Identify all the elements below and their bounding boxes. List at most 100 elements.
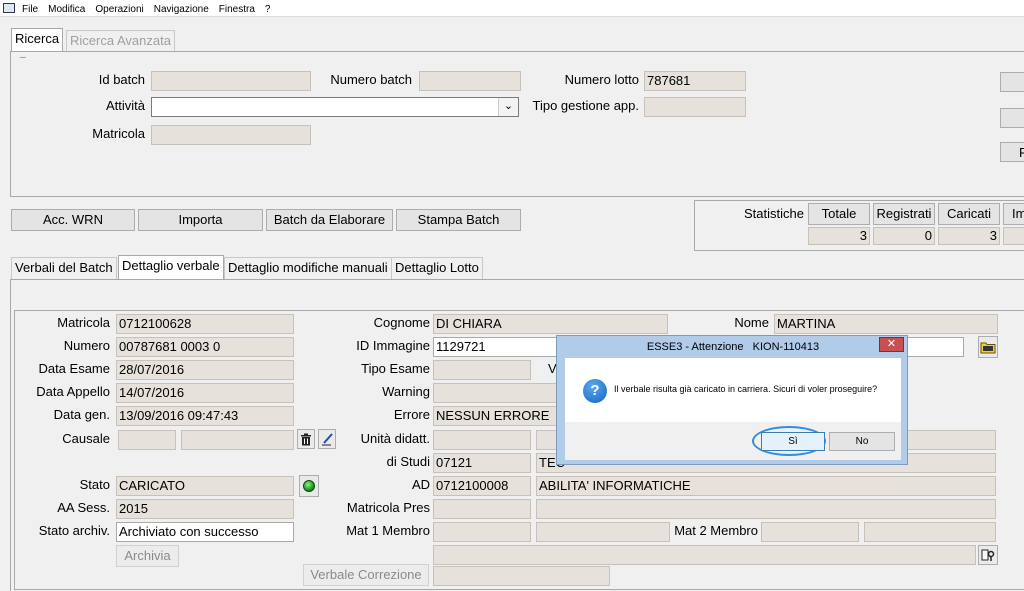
trash-icon[interactable]: [297, 429, 315, 449]
tab-ricerca[interactable]: Ricerca: [11, 28, 64, 52]
menu-operazioni[interactable]: Operazioni: [90, 1, 148, 18]
menu-finestra[interactable]: Finestra: [214, 1, 260, 18]
errore-label: Errore: [393, 407, 430, 422]
nome-field[interactable]: MARTINA: [774, 314, 998, 334]
stats-header-caricati: Caricati: [938, 203, 1000, 225]
stampa-batch-button[interactable]: Stampa Batch: [396, 209, 521, 231]
numero-batch-field[interactable]: [419, 71, 521, 91]
data-appello-label: Data Appello: [36, 384, 110, 399]
cognome-field[interactable]: DI CHIARA: [433, 314, 668, 334]
side-button-3[interactable]: F: [1000, 142, 1024, 162]
no-button[interactable]: No: [829, 432, 895, 451]
extra-wide-field[interactable]: [433, 545, 976, 565]
menu-bar: File Modifica Operazioni Navigazione Finestr…: [0, 0, 1024, 17]
aa-sess-field[interactable]: 2015: [116, 499, 294, 519]
tipo-gestione-label: Tipo gestione app.: [532, 98, 639, 113]
app-icon[interactable]: [3, 3, 15, 13]
matricola-pres-desc-field[interactable]: [536, 499, 996, 519]
tipo-gestione-field[interactable]: [644, 97, 746, 117]
importa-button[interactable]: Importa: [138, 209, 263, 231]
causale-code-field[interactable]: [118, 430, 176, 450]
matricola-field[interactable]: 0712100628: [116, 314, 294, 334]
stats-header-im: Im: [1003, 203, 1024, 225]
data-gen-field[interactable]: 13/09/2016 09:47:43: [116, 406, 294, 426]
cognome-label: Cognome: [373, 315, 430, 330]
mat2-membro-label: Mat 2 Membro: [674, 523, 758, 538]
data-esame-label: Data Esame: [38, 361, 110, 376]
stato-archiv-label: Stato archiv.: [38, 523, 110, 538]
side-button-2[interactable]: [1000, 108, 1024, 128]
stats-value-totale: 3: [808, 227, 870, 245]
tipo-esame-field[interactable]: [433, 360, 531, 380]
mat1-membro-label: Mat 1 Membro: [346, 523, 430, 538]
numero-lotto-field[interactable]: 787681: [644, 71, 746, 91]
tab-dettaglio-modifiche-manuali[interactable]: Dettaglio modifiche manuali: [224, 257, 392, 279]
aa-sess-label: AA Sess.: [57, 500, 110, 515]
unita-didatt-code-field[interactable]: [433, 430, 531, 450]
matricola-search-field[interactable]: [151, 125, 311, 145]
stats-value-im: [1003, 227, 1024, 245]
attivita-label: Attività: [105, 98, 145, 113]
stato-field[interactable]: CARICATO: [116, 476, 294, 496]
ad-label: AD: [411, 477, 430, 492]
causale-label: Causale: [62, 431, 110, 446]
yes-button[interactable]: Sì: [761, 432, 825, 451]
stats-value-registrati: 0: [873, 227, 935, 245]
numero-field[interactable]: 00787681 0003 0: [116, 337, 294, 357]
ad-code-field[interactable]: 0712100008: [433, 476, 531, 496]
acc-wrn-button[interactable]: Acc. WRN: [11, 209, 135, 231]
numero-label: Numero: [63, 338, 110, 353]
menu-navigazione[interactable]: Navigazione: [149, 1, 214, 18]
chevron-down-icon[interactable]: ⌄: [498, 98, 518, 116]
folder-icon[interactable]: [978, 336, 998, 358]
edit-icon[interactable]: [318, 429, 336, 449]
di-studi-label: di Studi: [386, 454, 430, 469]
collapse-handle[interactable]: –: [20, 52, 26, 63]
mat2-membro-desc-field[interactable]: [864, 522, 996, 542]
data-appello-field[interactable]: 14/07/2016: [116, 383, 294, 403]
data-esame-field[interactable]: 28/07/2016: [116, 360, 294, 380]
mat1-membro-field[interactable]: [433, 522, 531, 542]
matricola-search-label: Matricola: [92, 126, 145, 141]
stato-label: Stato: [79, 477, 110, 492]
archivia-button[interactable]: Archivia: [116, 545, 179, 567]
verbale-correzione-button[interactable]: Verbale Correzione: [303, 564, 429, 586]
menu-modifica[interactable]: Modifica: [43, 1, 90, 18]
id-immagine-label: ID Immagine: [356, 338, 430, 353]
tab-dettaglio-lotto[interactable]: Dettaglio Lotto: [391, 257, 483, 279]
attivita-select[interactable]: ⌄: [151, 97, 519, 117]
verbale-correzione-field[interactable]: [433, 566, 610, 586]
warning-label: Warning: [382, 384, 430, 399]
document-search-icon[interactable]: [978, 545, 998, 565]
side-button-1[interactable]: [1000, 72, 1024, 92]
stats-header-totale: Totale: [808, 203, 870, 225]
tab-verbali-del-batch[interactable]: Verbali del Batch: [11, 257, 117, 279]
mat1-membro-desc-field[interactable]: [536, 522, 670, 542]
stato-archiv-field[interactable]: Archiviato con successo: [116, 522, 294, 542]
dialog-close-button[interactable]: ✕: [879, 337, 904, 352]
tab-ricerca-avanzata[interactable]: Ricerca Avanzata: [66, 30, 175, 52]
warning-field[interactable]: [433, 383, 563, 403]
confirm-dialog: ESSE3 - Attenzione KION-110413 ✕ ? Il ve…: [556, 335, 908, 465]
menu-help[interactable]: ?: [260, 1, 276, 18]
status-light-icon: [299, 475, 319, 497]
mat2-membro-field[interactable]: [761, 522, 859, 542]
tab-dettaglio-verbale[interactable]: Dettaglio verbale: [118, 255, 224, 279]
batch-da-elaborare-button[interactable]: Batch da Elaborare: [266, 209, 393, 231]
causale-desc-field[interactable]: [181, 430, 294, 450]
ad-desc-field[interactable]: ABILITA' INFORMATICHE: [536, 476, 996, 496]
stats-header-registrati: Registrati: [873, 203, 935, 225]
id-batch-field[interactable]: [151, 71, 311, 91]
di-studi-code-field[interactable]: 07121: [433, 453, 531, 473]
matricola-label: Matricola: [57, 315, 110, 330]
stats-label: Statistiche: [744, 206, 804, 221]
matricola-pres-field[interactable]: [433, 499, 531, 519]
dialog-body: ? Il verbale risulta già caricato in car…: [565, 358, 901, 460]
menu-file[interactable]: File: [17, 1, 43, 18]
errore-field[interactable]: NESSUN ERRORE: [433, 406, 563, 426]
matricola-pres-label: Matricola Pres: [346, 500, 430, 515]
data-gen-label: Data gen.: [53, 407, 110, 422]
dialog-title: ESSE3 - Attenzione KION-110413: [646, 341, 820, 353]
stats-value-caricati: 3: [938, 227, 1000, 245]
id-batch-label: Id batch: [98, 72, 145, 87]
